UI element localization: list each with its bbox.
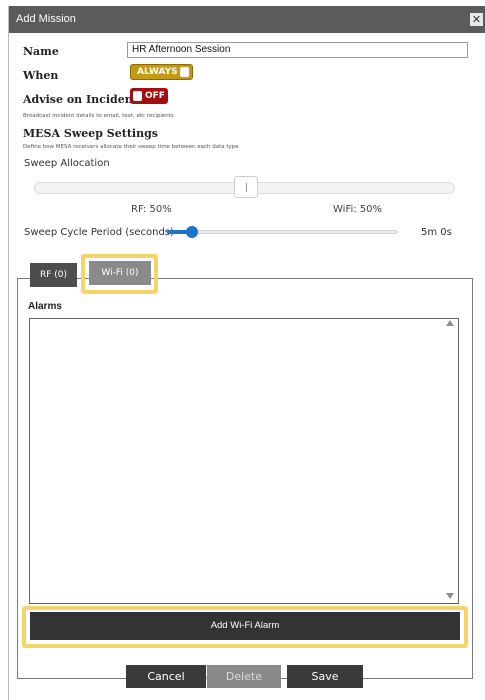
dialog-title: Add Mission bbox=[9, 6, 485, 33]
sweep-allocation-label: Sweep Allocation bbox=[24, 158, 110, 169]
sweep-cycle-label: Sweep Cycle Period (seconds) bbox=[24, 227, 174, 238]
sweep-cycle-track[interactable] bbox=[193, 230, 398, 234]
name-label: Name bbox=[23, 45, 59, 58]
advise-toggle[interactable]: OFF bbox=[130, 88, 168, 104]
rf-percent-label: RF: 50% bbox=[131, 204, 172, 215]
advise-toggle-label: OFF bbox=[145, 91, 165, 101]
name-input[interactable]: HR Afternoon Session bbox=[127, 42, 468, 58]
close-icon[interactable]: ✕ bbox=[470, 13, 483, 26]
toggle-knob-icon bbox=[180, 67, 189, 77]
add-wifi-alarm-button[interactable]: Add Wi-Fi Alarm bbox=[30, 612, 460, 640]
wifi-percent-label: WiFi: 50% bbox=[333, 204, 383, 215]
when-label: When bbox=[23, 69, 59, 82]
scroll-up-icon[interactable] bbox=[446, 320, 454, 326]
tab-rf[interactable]: RF (0) bbox=[30, 263, 77, 287]
advise-note: Broadcast incident details to email, tex… bbox=[23, 113, 174, 119]
sweep-cycle-knob[interactable] bbox=[186, 226, 198, 238]
alarm-list[interactable] bbox=[29, 318, 459, 604]
advise-label: Advise on Incidents bbox=[23, 93, 144, 106]
when-toggle[interactable]: ALWAYS bbox=[130, 64, 193, 80]
sweep-settings-title: MESA Sweep Settings bbox=[23, 127, 158, 140]
toggle-knob-icon bbox=[133, 91, 142, 101]
cancel-button[interactable]: Cancel bbox=[126, 665, 206, 688]
sweep-cycle-value: 5m 0s bbox=[421, 227, 452, 238]
when-toggle-label: ALWAYS bbox=[137, 67, 178, 77]
save-button[interactable]: Save bbox=[287, 665, 363, 688]
scroll-down-icon[interactable] bbox=[446, 593, 454, 599]
tab-wifi[interactable]: Wi-Fi (0) bbox=[89, 261, 151, 285]
alarms-label: Alarms bbox=[28, 301, 62, 312]
delete-button[interactable]: Delete bbox=[207, 665, 281, 688]
sweep-settings-note: Define how MESA receivers allocate their… bbox=[23, 144, 239, 150]
sweep-allocation-handle[interactable] bbox=[234, 176, 258, 198]
